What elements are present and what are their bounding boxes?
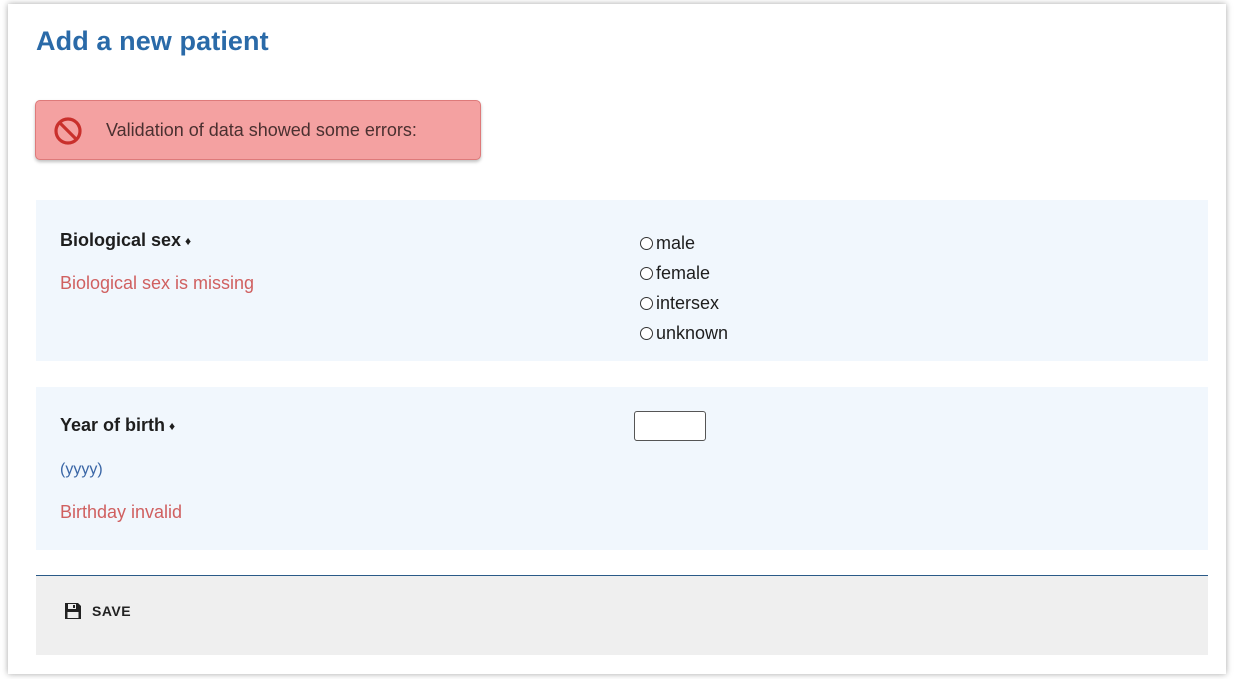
biological-sex-radio-group: male female intersex unknown — [640, 228, 728, 348]
year-of-birth-section: Year of birth ♦ (yyyy) Birthday invalid — [36, 387, 1208, 550]
radio-option-female[interactable]: female — [640, 258, 728, 288]
required-marker: ♦ — [185, 234, 192, 248]
required-marker: ♦ — [169, 419, 176, 433]
biological-sex-label-text: Biological sex — [60, 230, 182, 250]
year-of-birth-label-text: Year of birth — [60, 415, 166, 435]
year-of-birth-error: Birthday invalid — [60, 502, 183, 522]
year-format-hint: (yyyy) — [60, 461, 103, 478]
save-button[interactable]: SAVE — [64, 602, 131, 620]
biological-sex-label: Biological sex ♦ — [60, 230, 191, 251]
alert-message: Validation of data showed some errors: — [106, 120, 417, 140]
radio-option-unknown[interactable]: unknown — [640, 318, 728, 348]
form-footer: SAVE — [36, 575, 1208, 655]
year-of-birth-label: Year of birth ♦ — [60, 415, 175, 436]
year-of-birth-input[interactable] — [634, 411, 706, 441]
radio-option-male[interactable]: male — [640, 228, 728, 258]
radio-button[interactable] — [640, 266, 653, 280]
radio-label: intersex — [656, 292, 720, 313]
radio-button[interactable] — [640, 326, 653, 340]
radio-button[interactable] — [640, 296, 653, 310]
floppy-disk-icon — [65, 603, 81, 619]
prohibited-icon — [54, 117, 82, 145]
radio-button[interactable] — [640, 236, 653, 250]
biological-sex-section: Biological sex ♦ Biological sex is missin… — [36, 200, 1208, 361]
save-button-label: SAVE — [92, 603, 132, 619]
page-title: Add a new patient — [36, 26, 269, 56]
biological-sex-error: Biological sex is missing — [60, 273, 255, 293]
validation-error-alert: Validation of data showed some errors: — [35, 100, 481, 160]
radio-label: female — [656, 262, 711, 283]
radio-option-intersex[interactable]: intersex — [640, 288, 728, 318]
radio-label: male — [656, 232, 696, 253]
radio-label: unknown — [656, 322, 729, 343]
form-card: Add a new patient Validation of data sho… — [8, 4, 1226, 674]
